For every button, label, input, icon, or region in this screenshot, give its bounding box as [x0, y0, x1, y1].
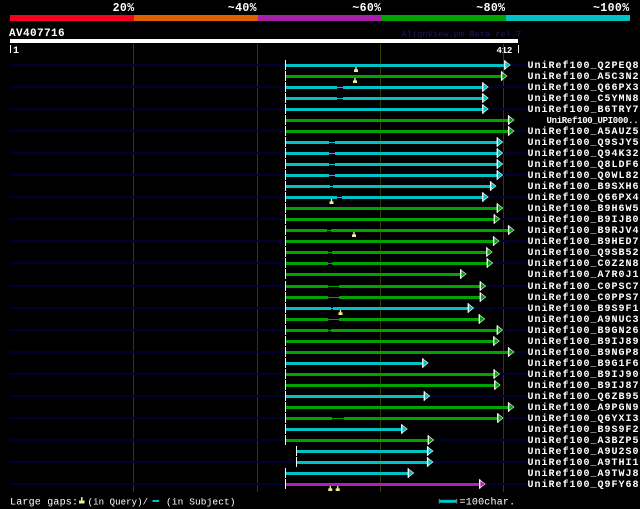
svg-text:UniRef100_Q9SJY5: UniRef100_Q9SJY5 — [528, 137, 640, 149]
svg-text:UniRef100_A9THI1: UniRef100_A9THI1 — [528, 457, 640, 469]
svg-text:(in Query)/: (in Query)/ — [88, 498, 149, 508]
svg-text:UniRef100_Q9FY68: UniRef100_Q9FY68 — [528, 479, 640, 491]
svg-text:UniRef100_B9S9F1: UniRef100_B9S9F1 — [528, 303, 640, 315]
svg-text:UniRef100_Q2PEQ8: UniRef100_Q2PEQ8 — [528, 60, 640, 72]
svg-text:UniRef100_A7R0J1: UniRef100_A7R0J1 — [528, 269, 640, 281]
svg-text:UniRef100_A5AUZ5: UniRef100_A5AUZ5 — [528, 126, 640, 138]
svg-text:UniRef100_B6TRY7: UniRef100_B6TRY7 — [528, 104, 640, 116]
svg-text:1: 1 — [13, 46, 19, 57]
svg-text:~40%: ~40% — [228, 2, 257, 15]
svg-text:UniRef100_Q94K32: UniRef100_Q94K32 — [528, 148, 640, 160]
svg-text:UniRef100_Q0WL82: UniRef100_Q0WL82 — [528, 170, 640, 182]
svg-text:=100char.: =100char. — [460, 497, 516, 509]
svg-text:UniRef100_B9IJ90: UniRef100_B9IJ90 — [528, 369, 640, 381]
svg-text:UniRef100_C0PPS7: UniRef100_C0PPS7 — [528, 292, 640, 304]
svg-text:UniRef100_B9H6W5: UniRef100_B9H6W5 — [528, 203, 640, 215]
svg-text:20%: 20% — [113, 2, 135, 15]
svg-text:UniRef100_A3BZP5: UniRef100_A3BZP5 — [528, 435, 640, 447]
svg-text:(in Subject): (in Subject) — [166, 497, 236, 508]
svg-text:UniRef100_B9NGP8: UniRef100_B9NGP8 — [528, 347, 640, 359]
svg-text:UniRef100_B9IJB0: UniRef100_B9IJB0 — [528, 214, 640, 226]
svg-text:~80%: ~80% — [476, 2, 505, 15]
svg-text:UniRef100_A5C3N2: UniRef100_A5C3N2 — [528, 71, 640, 83]
svg-text:UniRef100_UPI000..: UniRef100_UPI000.. — [547, 116, 639, 126]
svg-text:UniRef100_B9IJ89: UniRef100_B9IJ89 — [528, 336, 640, 348]
svg-text:Large gaps:: Large gaps: — [10, 498, 78, 509]
svg-text:AlignView.pm Beta rel.7: AlignView.pm Beta rel.7 — [402, 30, 522, 40]
svg-text:UniRef100_B9G1F6: UniRef100_B9G1F6 — [528, 358, 640, 370]
svg-text:UniRef100_Q66PX3: UniRef100_Q66PX3 — [528, 82, 640, 94]
svg-text:UniRef100_B9GN26: UniRef100_B9GN26 — [528, 325, 640, 337]
svg-text:412: 412 — [497, 46, 513, 56]
svg-text:UniRef100_A9NUC3: UniRef100_A9NUC3 — [528, 314, 640, 326]
svg-text:UniRef100_Q9SB52: UniRef100_Q9SB52 — [528, 247, 640, 259]
svg-text:~60%: ~60% — [352, 2, 381, 15]
svg-text:UniRef100_Q8LDF6: UniRef100_Q8LDF6 — [528, 159, 640, 171]
svg-text:AV407716: AV407716 — [9, 28, 65, 40]
svg-text:UniRef100_B9RJV4: UniRef100_B9RJV4 — [528, 225, 640, 237]
svg-text:UniRef100_C5YMN8: UniRef100_C5YMN8 — [528, 93, 640, 105]
svg-text:~100%: ~100% — [593, 2, 630, 15]
svg-text:UniRef100_B9S9F2: UniRef100_B9S9F2 — [528, 424, 640, 436]
svg-text:UniRef100_A9TWJ8: UniRef100_A9TWJ8 — [528, 468, 640, 480]
svg-text:UniRef100_A9U2S0: UniRef100_A9U2S0 — [528, 446, 640, 458]
svg-text:UniRef100_C0Z2N8: UniRef100_C0Z2N8 — [528, 258, 640, 270]
svg-text:UniRef100_Q6ZB95: UniRef100_Q6ZB95 — [528, 391, 640, 403]
svg-text:UniRef100_Q6YXI3: UniRef100_Q6YXI3 — [528, 413, 640, 425]
svg-text:UniRef100_Q66PX4: UniRef100_Q66PX4 — [528, 192, 640, 204]
svg-text:UniRef100_B9IJ87: UniRef100_B9IJ87 — [528, 380, 640, 392]
svg-text:UniRef100_B9SXH6: UniRef100_B9SXH6 — [528, 181, 640, 193]
svg-text:UniRef100_B9HED7: UniRef100_B9HED7 — [528, 236, 640, 248]
svg-text:UniRef100_C0PSC7: UniRef100_C0PSC7 — [528, 281, 640, 293]
svg-text:UniRef100_A9PGN9: UniRef100_A9PGN9 — [528, 402, 640, 414]
